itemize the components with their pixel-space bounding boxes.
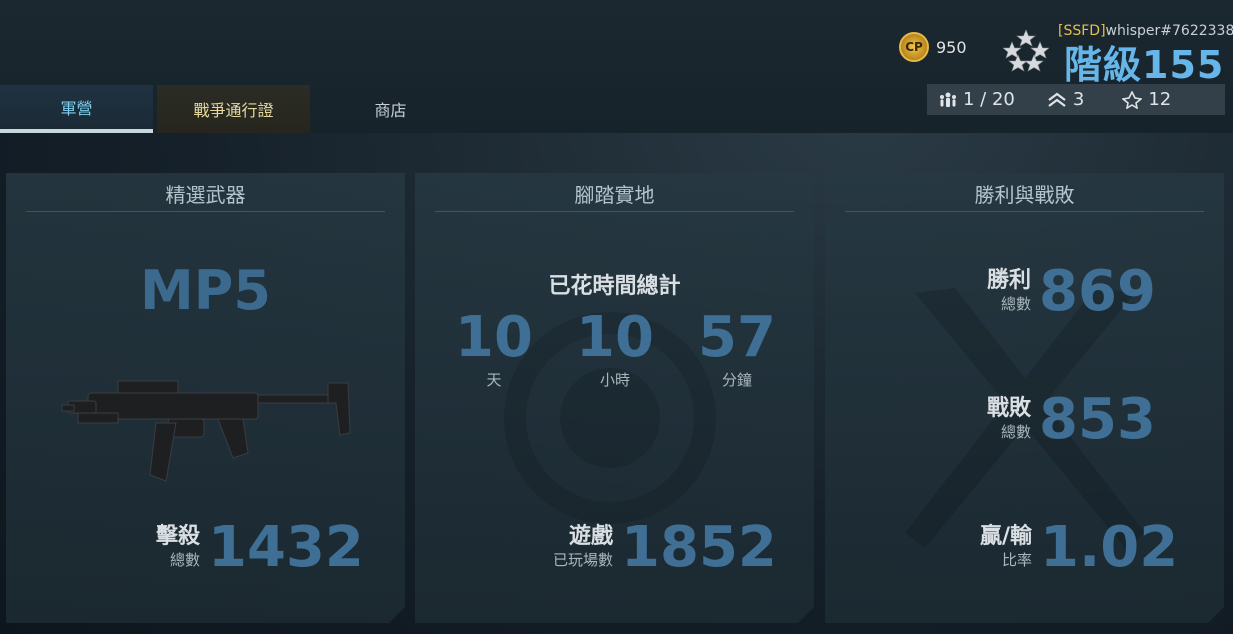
tab-store[interactable]: 商店 [314, 85, 467, 133]
prestige-count: 3 [1072, 89, 1085, 110]
rank-badge-count: 12 [1148, 89, 1172, 110]
losses-value: 853 [1039, 387, 1156, 452]
weapon-name: MP5 [140, 259, 271, 322]
tab-barracks[interactable]: 軍營 [0, 85, 153, 133]
kills-value: 1432 [208, 515, 364, 580]
losses-stat: 戰敗 總數 853 [987, 387, 1156, 452]
days-unit: 天 [486, 371, 502, 389]
games-label: 遊戲 [569, 524, 614, 549]
hours-counter: 10 小時 [570, 307, 660, 390]
games-value: 1852 [621, 515, 777, 580]
rank-stars-icon [1003, 29, 1049, 72]
games-played-stat: 遊戲 已玩場數 1852 [553, 515, 777, 580]
wins-label: 勝利 [987, 268, 1032, 293]
player-rank: 階級155 [1064, 43, 1225, 87]
top-bar: 軍營 戰爭通行證 商店 CP 950 [SSFD]whisper#7622338… [0, 0, 1233, 133]
kills-sub-label: 總數 [170, 551, 201, 569]
cp-coin-icon: CP [899, 32, 929, 62]
divider [26, 211, 385, 212]
squad-count: 1 / 20 [963, 89, 1015, 110]
wins-value: 869 [1039, 259, 1156, 324]
win-loss-ratio-stat: 贏/輸 比率 1.02 [980, 515, 1178, 580]
days-counter: 10 天 [449, 307, 539, 390]
prestige-icon [1048, 92, 1066, 107]
hours-value: 10 [576, 305, 654, 370]
divider [435, 211, 794, 212]
stat-prestige: 3 [1047, 89, 1084, 110]
wins-losses-card: 勝利與戰敗 勝利 總數 869 戰敗 總數 853 贏/輸 比率 1.02 [825, 173, 1224, 623]
main-tabs: 軍營 戰爭通行證 商店 [0, 85, 467, 133]
featured-weapon-card: 精選武器 MP5 擊殺 總數 1432 [6, 173, 405, 623]
minutes-counter: 57 分鐘 [692, 307, 782, 390]
card-title: 勝利與戰敗 [974, 183, 1075, 207]
smg-weapon-icon [58, 363, 358, 493]
card-title: 精選武器 [165, 183, 246, 207]
time-played-card: 腳踏實地 已花時間總計 10 天 10 小時 57 分鐘 遊戲 已玩場數 185… [415, 173, 814, 623]
stat-squad: 1 / 20 [939, 89, 1015, 110]
tab-battle-pass[interactable]: 戰爭通行證 [157, 85, 310, 133]
days-value: 10 [455, 305, 533, 370]
wins-sub-label: 總數 [1001, 295, 1032, 313]
card-title: 腳踏實地 [574, 183, 655, 207]
player-stats-bar: 1 / 20 3 12 [927, 84, 1225, 115]
rank-badge-icon [1122, 90, 1143, 109]
kills-label: 擊殺 [156, 524, 201, 549]
minutes-value: 57 [698, 305, 776, 370]
losses-sub-label: 總數 [1001, 423, 1032, 441]
cp-amount: 950 [936, 37, 967, 57]
ratio-value: 1.02 [1040, 515, 1179, 580]
hours-unit: 小時 [599, 371, 630, 389]
squad-icon [940, 92, 956, 107]
losses-label: 戰敗 [987, 396, 1032, 421]
time-total-label: 已花時間總計 [548, 274, 681, 299]
minutes-unit: 分鐘 [721, 371, 752, 389]
wins-stat: 勝利 總數 869 [987, 259, 1156, 324]
games-sub-label: 已玩場數 [553, 551, 614, 569]
ratio-sub-label: 比率 [1002, 551, 1033, 569]
stat-rank-badge: 12 [1122, 89, 1171, 110]
kills-stat: 擊殺 總數 1432 [156, 515, 364, 580]
ratio-label: 贏/輸 [980, 524, 1033, 549]
divider [845, 211, 1204, 212]
cp-currency[interactable]: CP 950 [899, 32, 967, 62]
